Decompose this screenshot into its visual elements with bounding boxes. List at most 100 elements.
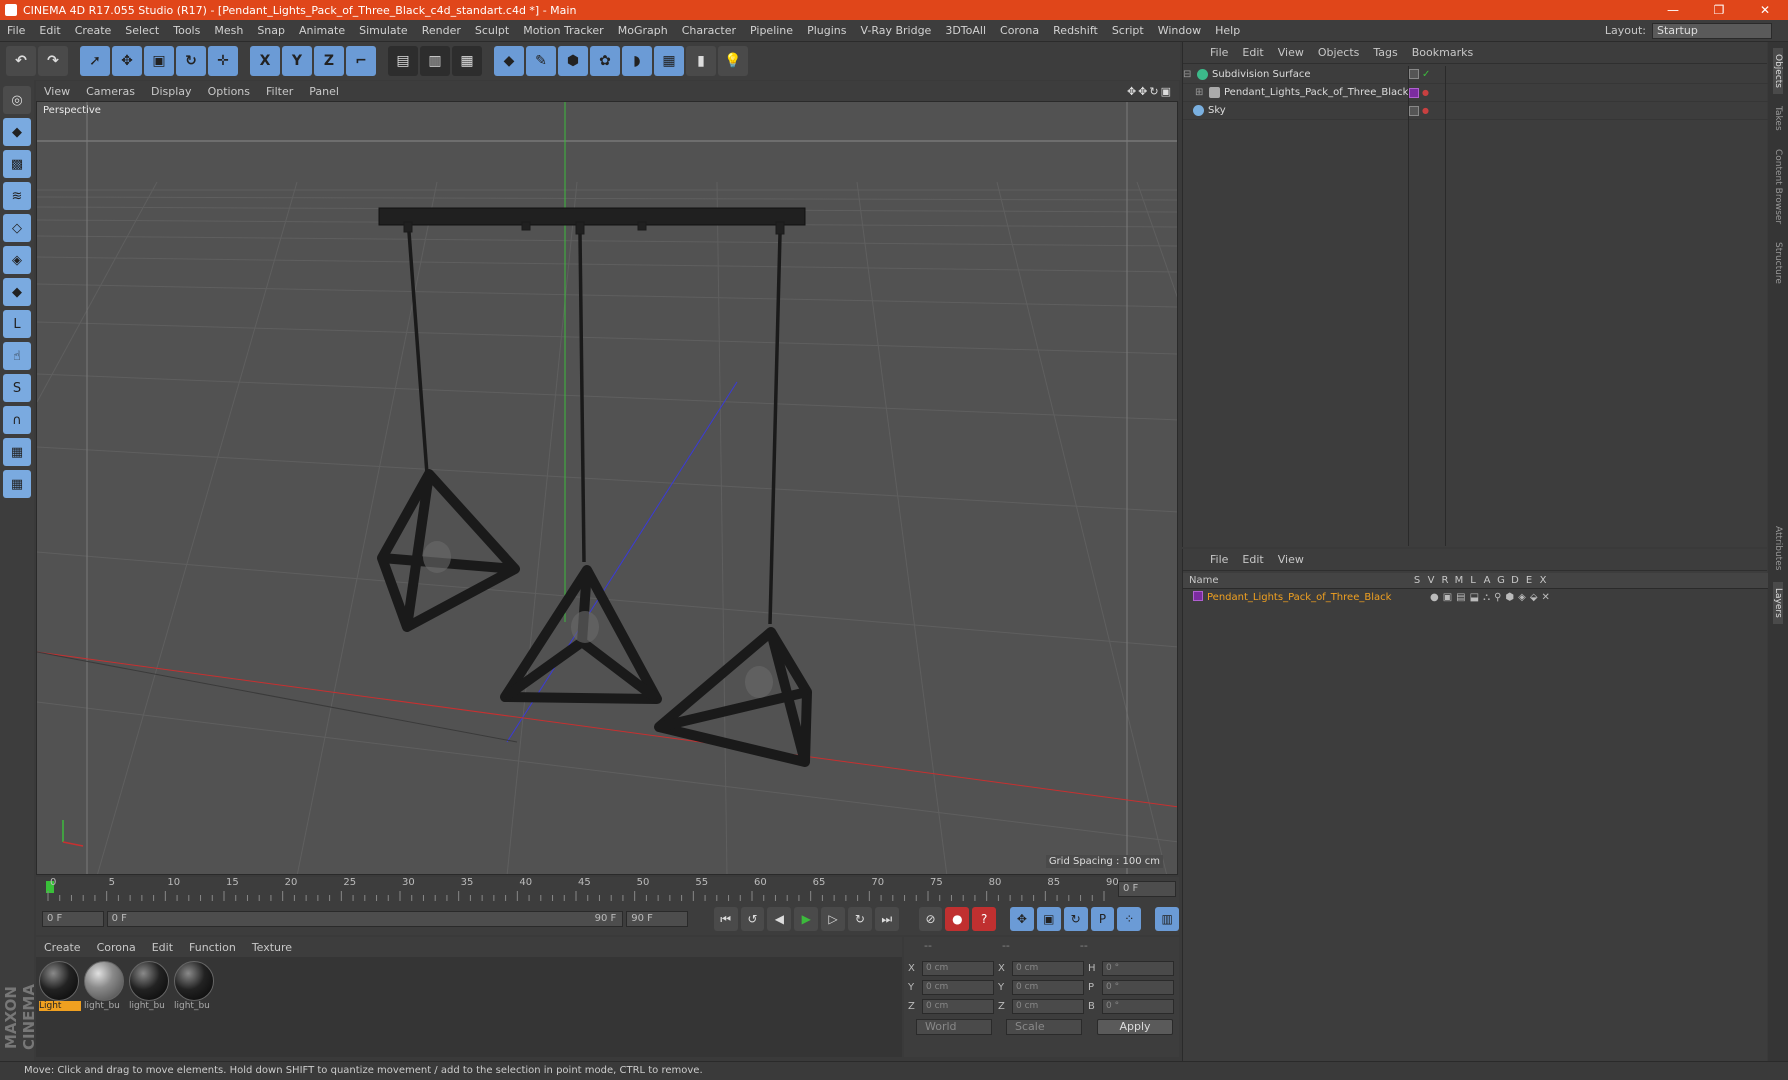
menu-character[interactable]: Character xyxy=(675,24,743,37)
obj-menu-bookmarks[interactable]: Bookmarks xyxy=(1405,46,1480,59)
start-frame-field[interactable]: 0 F xyxy=(42,911,104,927)
rot-h-field[interactable]: 0 ° xyxy=(1102,961,1174,976)
material-swatch[interactable]: Light xyxy=(39,961,81,1011)
mat-menu-edit[interactable]: Edit xyxy=(144,941,181,954)
timeline-ruler[interactable]: 0 5 10 15 20 25 30 35 40 45 50 55 60 65 70 75 80 85 90 0 F xyxy=(36,877,1179,903)
step-forward-icon[interactable]: ↻ xyxy=(847,907,872,931)
render-settings-icon[interactable]: ▦ xyxy=(452,46,482,76)
tree-row[interactable]: ⊟ Subdivision Surface ✓ xyxy=(1183,66,1768,84)
go-to-start-icon[interactable]: ⏮ xyxy=(713,907,738,931)
vp-menu-display[interactable]: Display xyxy=(143,85,200,98)
layout-select[interactable]: Startup xyxy=(1652,22,1772,39)
scale-dropdown[interactable]: Scale xyxy=(1006,1019,1082,1035)
motion-record-icon[interactable]: ⊘ xyxy=(918,907,943,931)
vp-menu-panel[interactable]: Panel xyxy=(301,85,347,98)
size-y-field[interactable]: 0 cm xyxy=(1012,980,1084,995)
obj-menu-file[interactable]: File xyxy=(1203,46,1235,59)
object-name[interactable]: Subdivision Surface xyxy=(1212,69,1311,80)
vp-menu-cameras[interactable]: Cameras xyxy=(78,85,143,98)
z-axis-button[interactable]: Z xyxy=(314,46,344,76)
frame-range-slider[interactable]: 0 F 90 F xyxy=(106,911,624,927)
obj-menu-view[interactable]: View xyxy=(1271,46,1311,59)
visibility-dots-icon[interactable]: ● xyxy=(1422,88,1429,98)
play-icon[interactable]: ▶ xyxy=(794,907,819,931)
texture-mode-icon[interactable]: ▩ xyxy=(3,150,31,178)
menu-edit[interactable]: Edit xyxy=(32,24,67,37)
mat-menu-corona[interactable]: Corona xyxy=(89,941,144,954)
vp-menu-filter[interactable]: Filter xyxy=(258,85,301,98)
obj-menu-edit[interactable]: Edit xyxy=(1235,46,1270,59)
move-icon[interactable]: ✥ xyxy=(112,46,142,76)
key-pla-icon[interactable]: ⁘ xyxy=(1117,907,1142,931)
tab-takes[interactable]: Takes xyxy=(1773,100,1783,137)
tree-row[interactable]: Sky ● xyxy=(1183,102,1768,120)
tab-content-browser[interactable]: Content Browser xyxy=(1773,143,1783,230)
tree-row[interactable]: ⊞ Pendant_Lights_Pack_of_Three_Black ● xyxy=(1183,84,1768,102)
light-icon[interactable]: 💡 xyxy=(718,46,748,76)
col-generators[interactable]: G xyxy=(1494,575,1508,586)
timeline-window-icon[interactable]: ▥ xyxy=(1155,907,1180,931)
snap-icon[interactable]: ∩ xyxy=(3,406,31,434)
object-name[interactable]: Pendant_Lights_Pack_of_Three_Black xyxy=(1224,87,1408,98)
axis-mode-icon[interactable]: L xyxy=(3,310,31,338)
col-expressions[interactable]: E xyxy=(1522,575,1536,586)
layer-color-swatch[interactable] xyxy=(1193,590,1203,601)
key-scale-icon[interactable]: ▣ xyxy=(1036,907,1061,931)
col-manager[interactable]: M xyxy=(1452,575,1466,586)
menu-sculpt[interactable]: Sculpt xyxy=(468,24,516,37)
workplane-lock-icon[interactable]: ▦ xyxy=(3,438,31,466)
col-deformers[interactable]: D xyxy=(1508,575,1522,586)
autokey-icon[interactable]: ? xyxy=(972,907,997,931)
col-view[interactable]: V xyxy=(1424,575,1438,586)
render-picture-viewer-icon[interactable]: ▥ xyxy=(420,46,450,76)
cube-icon[interactable]: ◆ xyxy=(494,46,524,76)
rot-b-field[interactable]: 0 ° xyxy=(1102,999,1174,1014)
menu-redshift[interactable]: Redshift xyxy=(1046,24,1105,37)
rotate-icon[interactable]: ↻ xyxy=(176,46,206,76)
menu-corona[interactable]: Corona xyxy=(993,24,1046,37)
visibility-dots-icon[interactable]: ● xyxy=(1422,106,1429,116)
end-frame-field[interactable]: 90 F xyxy=(626,911,688,927)
expand-icon[interactable]: ⊞ xyxy=(1195,87,1205,98)
next-key-icon[interactable]: ▷ xyxy=(821,907,845,931)
menu-file[interactable]: File xyxy=(0,24,32,37)
x-axis-button[interactable]: X xyxy=(250,46,280,76)
vp-menu-options[interactable]: Options xyxy=(200,85,258,98)
material-swatch[interactable]: light_bu xyxy=(129,961,171,1011)
obj-menu-objects[interactable]: Objects xyxy=(1311,46,1367,59)
menu-animate[interactable]: Animate xyxy=(292,24,352,37)
subdivision-icon[interactable]: ⬢ xyxy=(558,46,588,76)
tab-layers[interactable]: Layers xyxy=(1773,582,1783,624)
menu-mograph[interactable]: MoGraph xyxy=(611,24,675,37)
solo-icon[interactable]: S xyxy=(3,374,31,402)
material-swatch[interactable]: light_bu xyxy=(84,961,126,1011)
menu-select[interactable]: Select xyxy=(118,24,166,37)
tweak-mode-icon[interactable]: ☝ xyxy=(3,342,31,370)
pos-z-field[interactable]: 0 cm xyxy=(922,999,994,1014)
y-axis-button[interactable]: Y xyxy=(282,46,312,76)
menu-window[interactable]: Window xyxy=(1151,24,1208,37)
workplane-icon[interactable]: ≋ xyxy=(3,182,31,210)
menu-motion-tracker[interactable]: Motion Tracker xyxy=(516,24,610,37)
menu-create[interactable]: Create xyxy=(68,24,119,37)
menu-help[interactable]: Help xyxy=(1208,24,1247,37)
model-mode-icon[interactable]: ◆ xyxy=(3,118,31,146)
key-param-icon[interactable]: P xyxy=(1090,907,1115,931)
menu-plugins[interactable]: Plugins xyxy=(800,24,853,37)
restore-button[interactable]: ❐ xyxy=(1696,3,1742,17)
collapse-icon[interactable]: ⊟ xyxy=(1183,69,1193,80)
size-x-field[interactable]: 0 cm xyxy=(1012,961,1084,976)
step-back-icon[interactable]: ↺ xyxy=(740,907,765,931)
scale-icon[interactable]: ▣ xyxy=(144,46,174,76)
mat-menu-function[interactable]: Function xyxy=(181,941,244,954)
current-frame-field[interactable]: 0 F xyxy=(1118,881,1176,897)
col-render[interactable]: R xyxy=(1438,575,1452,586)
redo-icon[interactable]: ↷ xyxy=(38,46,68,76)
world-dropdown[interactable]: World xyxy=(916,1019,992,1035)
tab-structure[interactable]: Structure xyxy=(1773,236,1783,290)
polygons-mode-icon[interactable]: ◆ xyxy=(3,278,31,306)
apply-button[interactable]: Apply xyxy=(1097,1019,1173,1035)
tab-objects[interactable]: Objects xyxy=(1773,48,1783,95)
tab-attributes[interactable]: Attributes xyxy=(1773,520,1783,576)
obj-menu-tags[interactable]: Tags xyxy=(1366,46,1404,59)
